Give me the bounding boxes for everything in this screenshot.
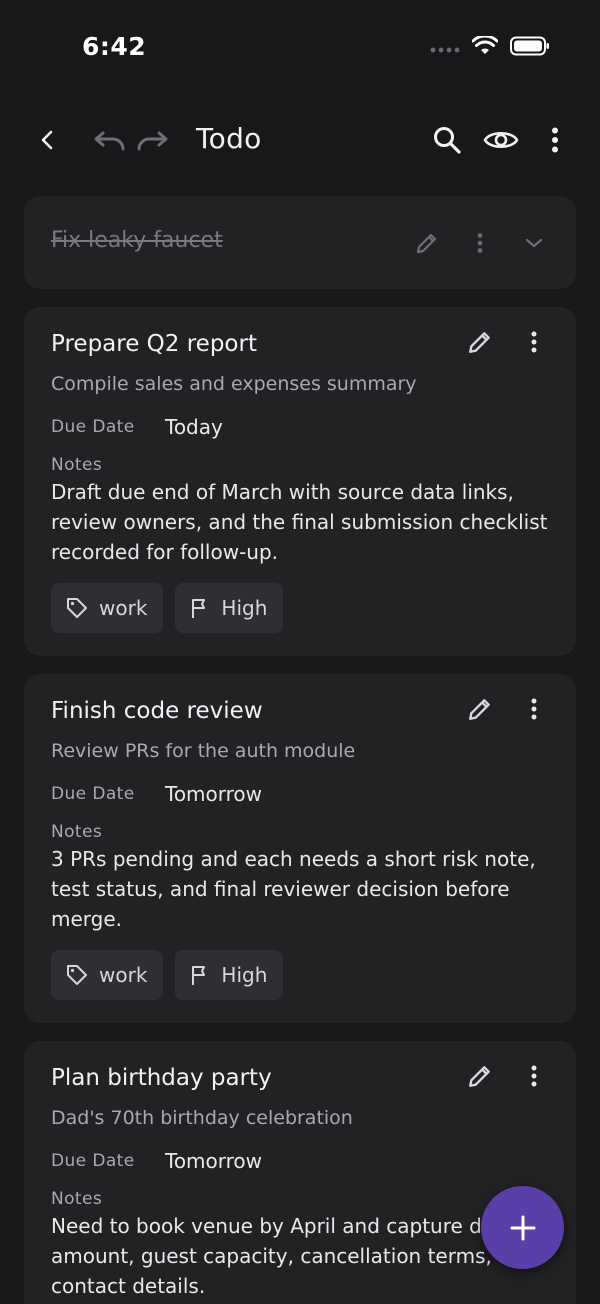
- task-list: Fix leaky faucet Prepare Q2 report Compi…: [24, 196, 576, 1304]
- task-description: Compile sales and expenses summary: [51, 373, 417, 395]
- tag-chip[interactable]: work: [51, 950, 164, 1000]
- eye-icon: [483, 131, 519, 149]
- notes-label: Notes: [51, 455, 103, 475]
- redo-button[interactable]: [128, 116, 176, 164]
- undo-icon: [94, 131, 125, 151]
- task-chips: work High: [51, 950, 549, 1000]
- view-toggle-button[interactable]: [477, 116, 525, 164]
- tag-label: work: [99, 963, 148, 987]
- due-date-value: Tomorrow: [165, 782, 263, 806]
- pencil-icon: [416, 233, 437, 254]
- due-date-row: Due Date Today: [51, 415, 549, 439]
- task-description: Review PRs for the auth module: [51, 740, 356, 762]
- signal-icon: [430, 39, 460, 58]
- priority-chip[interactable]: High: [175, 583, 284, 633]
- back-button[interactable]: [24, 116, 72, 164]
- task-card-completed[interactable]: Fix leaky faucet: [24, 196, 576, 289]
- plus-icon: [510, 1215, 535, 1240]
- search-icon: [434, 127, 461, 154]
- priority-label: High: [221, 963, 268, 987]
- more-vert-icon: [531, 1065, 537, 1087]
- due-date-value: Today: [165, 415, 223, 439]
- due-date-row: Due Date Tomorrow: [51, 1149, 549, 1173]
- app-bar: Todo: [0, 104, 600, 176]
- add-task-button[interactable]: [481, 1186, 564, 1269]
- task-menu-button[interactable]: [516, 324, 552, 360]
- chevron-down-icon: [525, 238, 543, 248]
- due-date-label: Due Date: [51, 784, 135, 804]
- task-menu-button[interactable]: [516, 691, 552, 727]
- back-arrow-icon: [41, 130, 53, 150]
- more-vert-icon: [477, 233, 483, 253]
- due-date-value: Tomorrow: [165, 1149, 263, 1173]
- due-date-label: Due Date: [51, 1151, 135, 1171]
- notes-text: Need to book venue by April and capture …: [51, 1214, 530, 1298]
- status-time: 6:42: [82, 32, 147, 61]
- task-description: Dad's 70th birthday celebration: [51, 1107, 353, 1129]
- more-vert-icon: [531, 331, 537, 353]
- due-date-label: Due Date: [51, 417, 135, 437]
- notes-label: Notes: [51, 822, 103, 842]
- pencil-icon: [469, 699, 490, 720]
- pencil-icon: [469, 332, 490, 353]
- notes-text: Draft due end of March with source data …: [51, 480, 548, 564]
- task-title: Fix leaky faucet: [51, 228, 223, 253]
- status-bar: 6:42: [0, 0, 600, 96]
- task-chips: work High: [51, 583, 549, 633]
- flag-icon: [192, 599, 206, 618]
- expand-button[interactable]: [516, 225, 552, 261]
- battery-icon: [510, 36, 550, 60]
- edit-button[interactable]: [462, 324, 498, 360]
- more-vert-icon: [531, 698, 537, 720]
- notes-label: Notes: [51, 1189, 103, 1209]
- page-title: Todo: [196, 122, 262, 155]
- more-options-button[interactable]: [531, 116, 579, 164]
- status-icons: [430, 34, 550, 60]
- tag-chip[interactable]: work: [51, 583, 164, 633]
- redo-icon: [137, 131, 168, 151]
- flag-icon: [192, 966, 206, 985]
- edit-button[interactable]: [462, 691, 498, 727]
- due-date-row: Due Date Tomorrow: [51, 782, 549, 806]
- tag-label: work: [99, 596, 148, 620]
- wifi-icon: [471, 34, 499, 60]
- undo-button[interactable]: [86, 116, 134, 164]
- priority-label: High: [221, 596, 268, 620]
- priority-chip[interactable]: High: [175, 950, 284, 1000]
- pencil-icon: [469, 1066, 490, 1087]
- edit-button[interactable]: [409, 225, 445, 261]
- notes-text: 3 PRs pending and each needs a short ris…: [51, 847, 536, 931]
- tag-icon: [67, 965, 87, 985]
- tag-icon: [67, 598, 87, 618]
- task-card[interactable]: Finish code review Review PRs for the au…: [24, 674, 576, 1023]
- task-card[interactable]: Prepare Q2 report Compile sales and expe…: [24, 307, 576, 656]
- search-button[interactable]: [423, 116, 471, 164]
- more-vert-icon: [552, 127, 558, 153]
- edit-button[interactable]: [462, 1058, 498, 1094]
- task-card[interactable]: Plan birthday party Dad's 70th birthday …: [24, 1041, 576, 1304]
- task-menu-button[interactable]: [462, 225, 498, 261]
- task-menu-button[interactable]: [516, 1058, 552, 1094]
